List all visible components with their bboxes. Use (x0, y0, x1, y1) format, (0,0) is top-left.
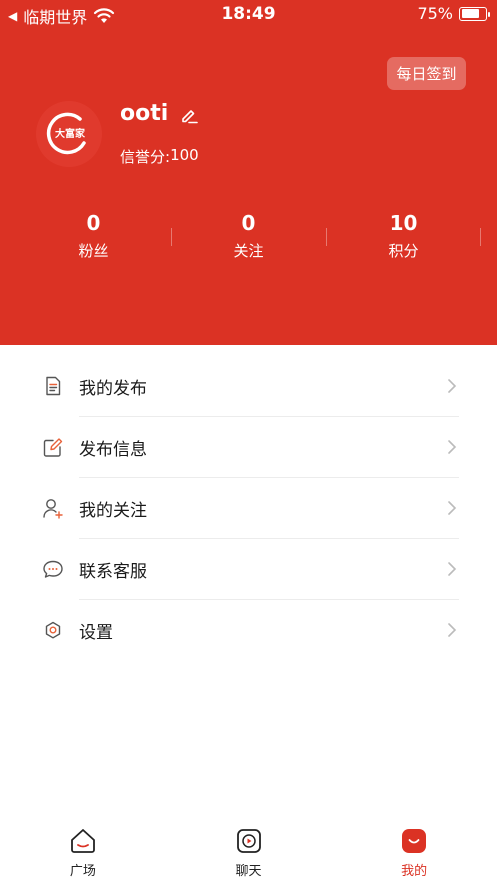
chevron-right-icon (448, 440, 457, 454)
edit-square-icon (43, 438, 63, 457)
avatar-logo-text: 大富家 (55, 127, 86, 140)
bottom-tab-bar: 广场 聊天 我的 (0, 820, 497, 883)
chevron-right-icon (448, 623, 457, 637)
stat-divider (326, 228, 327, 246)
stat-value: 0 (86, 211, 101, 235)
user-add-icon (43, 499, 63, 519)
tab-label: 我的 (401, 864, 428, 879)
profile-header: ◀ 临期世界 18:49 75% 每日签到 大富家 ooti 信誉分: 100 … (0, 0, 497, 345)
menu-item-following[interactable]: 我的关注 (0, 478, 497, 539)
battery-percent: 75% (417, 4, 453, 23)
profile-smile-icon (402, 829, 427, 853)
stats-row: 0 粉丝 0 关注 10 积分 (16, 210, 481, 262)
daily-checkin-button[interactable]: 每日签到 (387, 57, 466, 90)
status-bar: ◀ 临期世界 18:49 75% (0, 0, 497, 28)
stat-points[interactable]: 10 积分 (326, 210, 481, 262)
stat-value: 10 (389, 211, 418, 235)
chevron-right-icon (448, 379, 457, 393)
stat-value: 0 (241, 211, 256, 235)
tab-mine[interactable]: 我的 (331, 820, 497, 883)
stat-label: 关注 (233, 242, 264, 260)
profile-screen: ◀ 临期世界 18:49 75% 每日签到 大富家 ooti 信誉分: 100 … (0, 0, 497, 883)
tab-chat[interactable]: 聊天 (166, 820, 332, 883)
stat-fans[interactable]: 0 粉丝 (16, 210, 171, 262)
stat-following[interactable]: 0 关注 (171, 210, 326, 262)
document-icon (46, 376, 61, 396)
credit-label: 信誉分: (120, 148, 171, 166)
menu-item-settings[interactable]: 设置 (0, 600, 497, 661)
stat-divider (480, 228, 481, 246)
battery-level (461, 9, 479, 18)
battery-icon (459, 6, 490, 21)
chevron-right-icon (448, 562, 457, 576)
tab-plaza[interactable]: 广场 (0, 820, 166, 883)
tab-label: 聊天 (235, 864, 262, 879)
chat-bubble-icon (43, 560, 63, 578)
menu-item-customer-service[interactable]: 联系客服 (0, 539, 497, 600)
gear-icon (45, 621, 61, 639)
tab-label: 广场 (69, 864, 96, 879)
avatar[interactable]: 大富家 (36, 101, 102, 167)
menu-label: 发布信息 (79, 440, 147, 460)
menu-item-publish[interactable]: 发布信息 (0, 417, 497, 478)
play-chat-icon (236, 829, 261, 853)
menu-label: 我的关注 (79, 501, 147, 521)
stat-label: 积分 (388, 242, 419, 260)
username: ooti (120, 101, 169, 126)
chevron-right-icon (448, 501, 457, 515)
stat-divider (171, 228, 172, 246)
edit-name-icon[interactable] (180, 106, 198, 124)
menu-label: 我的发布 (79, 379, 147, 399)
status-right: 75% (417, 4, 490, 23)
menu-label: 联系客服 (79, 562, 147, 582)
credit-value: 100 (170, 146, 199, 164)
stat-label: 粉丝 (78, 242, 109, 260)
menu-label: 设置 (79, 623, 113, 643)
menu-item-my-posts[interactable]: 我的发布 (0, 356, 497, 417)
profile-menu: 我的发布 发布信息 我的关注 联系客服 设置 (0, 356, 497, 661)
credit-score: 信誉分: 100 (120, 146, 199, 167)
home-icon (70, 829, 95, 853)
